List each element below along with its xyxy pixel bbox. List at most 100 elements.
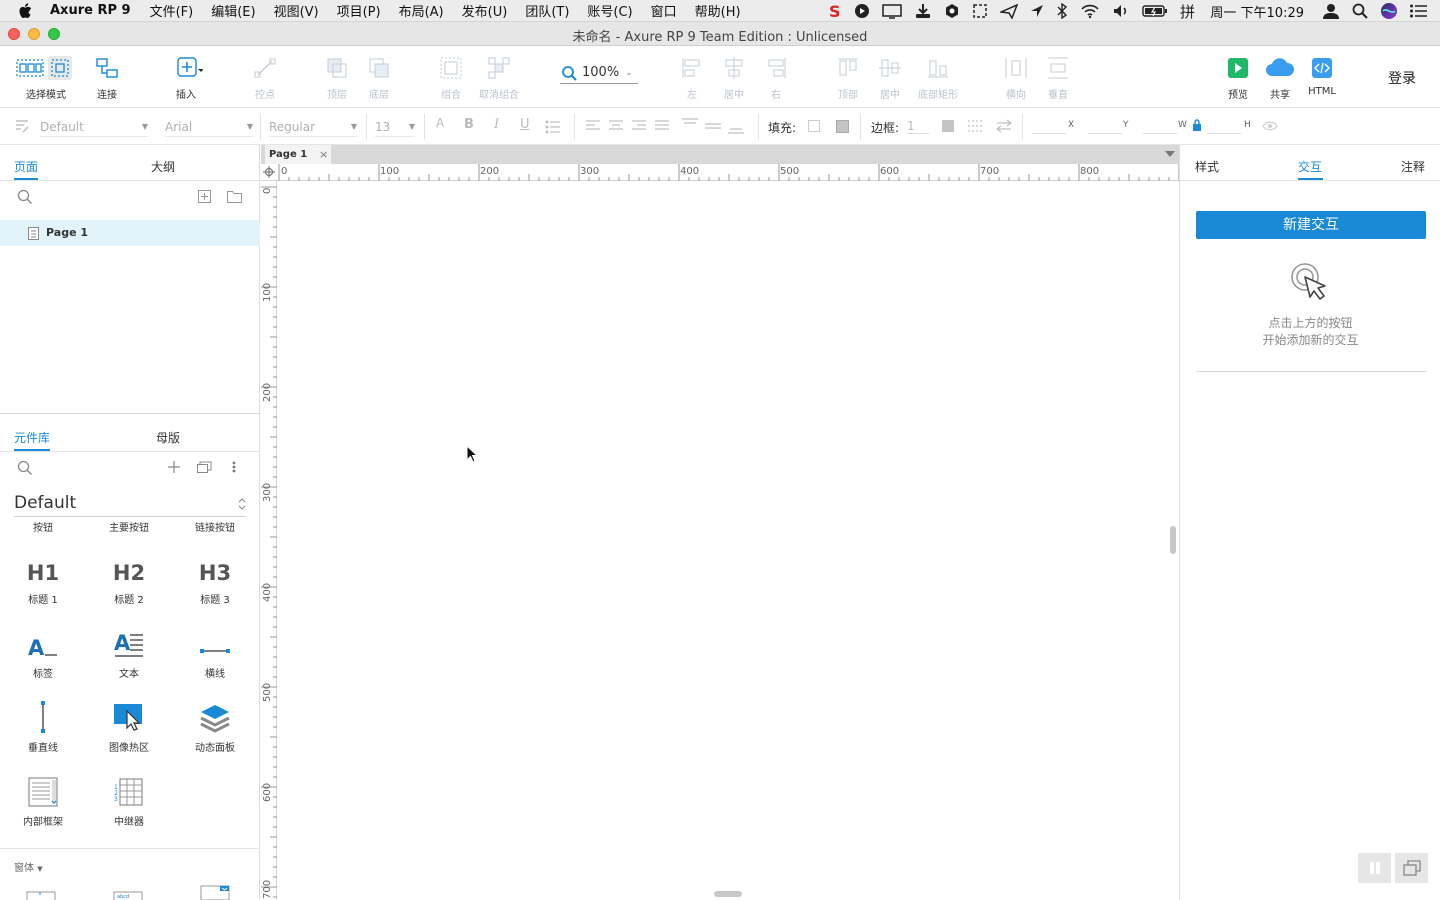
text-justify-icon[interactable] bbox=[655, 120, 669, 132]
y-input[interactable] bbox=[1088, 118, 1122, 134]
x-input[interactable] bbox=[1032, 118, 1066, 134]
tab-masters[interactable]: 母版 bbox=[156, 429, 180, 446]
library-item-inline-frame[interactable]: 内部框架 bbox=[0, 767, 86, 828]
border-color-swatch[interactable] bbox=[942, 120, 954, 132]
tab-interactions[interactable]: 交互 bbox=[1298, 158, 1322, 175]
siri-icon[interactable] bbox=[1380, 2, 1398, 20]
library-item-dynamic-panel[interactable]: 动态面板 bbox=[172, 693, 258, 754]
volume-icon[interactable] bbox=[1112, 3, 1130, 19]
fill-color-swatch[interactable] bbox=[808, 120, 820, 132]
text-align-center-icon[interactable] bbox=[609, 120, 623, 132]
border-width-input[interactable]: 1 bbox=[907, 119, 929, 134]
menu-view[interactable]: 视图(V) bbox=[265, 1, 328, 20]
border-visibility-icon[interactable] bbox=[968, 119, 984, 133]
lock-icon[interactable] bbox=[1192, 119, 1202, 131]
menu-window[interactable]: 窗口 bbox=[642, 1, 686, 20]
library-item-button[interactable]: 按钮 bbox=[0, 519, 86, 534]
library-copy-icon[interactable] bbox=[197, 461, 212, 473]
apple-menu-icon[interactable] bbox=[0, 2, 44, 19]
page-row-page-1[interactable]: Page 1 bbox=[0, 220, 260, 246]
new-interaction-button[interactable]: 新建交互 bbox=[1196, 211, 1426, 239]
pause-button[interactable] bbox=[1358, 853, 1391, 883]
location-icon[interactable] bbox=[1030, 3, 1044, 19]
form-widget-dropdown-icon[interactable] bbox=[200, 885, 230, 900]
connect-button[interactable]: 连接 bbox=[77, 54, 137, 101]
login-button[interactable]: 登录 bbox=[1388, 68, 1416, 88]
font-select[interactable]: Arial ▼ bbox=[165, 117, 253, 137]
wifi-icon[interactable] bbox=[1080, 3, 1100, 19]
app-menu[interactable]: Axure RP 9 bbox=[44, 3, 141, 18]
tab-outline[interactable]: 大纲 bbox=[151, 158, 175, 175]
s-app-status-icon[interactable]: S bbox=[828, 3, 842, 19]
html-button[interactable]: HTML bbox=[1292, 54, 1352, 97]
bold-icon[interactable]: B bbox=[464, 117, 474, 132]
library-item-primary-button[interactable]: 主要按钮 bbox=[86, 519, 172, 534]
send-to-bottom-button[interactable]: 底层 bbox=[349, 54, 409, 101]
ruler-origin-icon[interactable] bbox=[263, 166, 275, 178]
menu-layout[interactable]: 布局(A) bbox=[390, 1, 453, 20]
underline-icon[interactable]: U bbox=[520, 117, 530, 132]
width-input[interactable] bbox=[1143, 118, 1177, 134]
library-item-heading-2[interactable]: H2 标题 2 bbox=[86, 545, 172, 606]
horizontal-scrollbar-thumb[interactable] bbox=[714, 891, 742, 897]
library-item-link-button[interactable]: 链接按钮 bbox=[172, 519, 258, 534]
arrow-style-icon[interactable] bbox=[996, 118, 1012, 134]
library-item-hotspot[interactable]: 图像热区 bbox=[86, 693, 172, 754]
distribute-vertical-button[interactable]: 垂直 bbox=[1028, 54, 1088, 101]
pages-search-icon[interactable] bbox=[17, 189, 33, 205]
library-item-label-widget[interactable]: A 标签 bbox=[0, 619, 86, 680]
library-search-icon[interactable] bbox=[17, 460, 33, 476]
send-icon[interactable] bbox=[1000, 3, 1019, 19]
dock-panel-button[interactable] bbox=[1395, 853, 1428, 883]
menu-edit[interactable]: 编辑(E) bbox=[202, 1, 264, 20]
clock-text[interactable]: 周一 下午10:29 bbox=[1210, 2, 1304, 21]
font-color-icon[interactable]: A bbox=[436, 116, 444, 130]
align-right-button[interactable]: 右 bbox=[746, 54, 806, 101]
style-select[interactable]: Default ▼ bbox=[40, 117, 148, 137]
close-tab-icon[interactable]: × bbox=[319, 148, 328, 161]
menu-team[interactable]: 团队(T) bbox=[516, 1, 578, 20]
page-tab[interactable]: Page 1 × bbox=[265, 145, 331, 164]
insert-button[interactable]: 插入 bbox=[156, 54, 216, 101]
tab-notes[interactable]: 注释 bbox=[1401, 158, 1425, 175]
tab-library[interactable]: 元件库 bbox=[14, 429, 50, 446]
bluetooth-icon[interactable] bbox=[1056, 3, 1068, 19]
height-input[interactable] bbox=[1207, 118, 1241, 134]
text-align-right-icon[interactable] bbox=[632, 120, 646, 132]
vertical-scrollbar-thumb[interactable] bbox=[1170, 526, 1176, 554]
menu-account[interactable]: 账号(C) bbox=[578, 1, 641, 20]
notification-center-icon[interactable] bbox=[1410, 4, 1428, 18]
select-mode-button[interactable]: 选择模式 bbox=[16, 54, 76, 101]
text-align-left-icon[interactable] bbox=[586, 120, 600, 132]
circle-app-status-icon[interactable] bbox=[854, 3, 870, 19]
points-button[interactable]: 控点 bbox=[235, 54, 295, 101]
library-more-icon[interactable] bbox=[232, 461, 236, 473]
italic-icon[interactable]: I bbox=[494, 117, 499, 132]
add-library-icon[interactable] bbox=[168, 461, 180, 473]
valign-middle-icon[interactable] bbox=[705, 118, 721, 134]
screenshot-icon[interactable] bbox=[972, 3, 988, 19]
valign-bottom-icon[interactable] bbox=[728, 118, 744, 134]
add-page-icon[interactable] bbox=[198, 190, 211, 203]
menu-publish[interactable]: 发布(U) bbox=[453, 1, 517, 20]
visibility-eye-icon[interactable] bbox=[1262, 120, 1278, 132]
library-item-heading-1[interactable]: H1 标题 1 bbox=[0, 545, 86, 606]
panel-divider[interactable] bbox=[0, 413, 260, 414]
tab-style[interactable]: 样式 bbox=[1195, 158, 1219, 175]
download-tray-icon[interactable] bbox=[914, 3, 932, 19]
menu-help[interactable]: 帮助(H) bbox=[686, 1, 750, 20]
library-item-repeater[interactable]: 123 中继器 bbox=[86, 767, 172, 828]
library-select[interactable]: Default bbox=[14, 493, 246, 517]
add-folder-icon[interactable] bbox=[227, 190, 242, 203]
input-method-icon[interactable]: 拼 bbox=[1180, 3, 1198, 19]
menu-file[interactable]: 文件(F) bbox=[141, 1, 203, 20]
form-widget-textarea-icon[interactable]: abcd bbox=[113, 889, 143, 900]
hexagon-app-icon[interactable] bbox=[944, 3, 960, 19]
font-weight-select[interactable]: Regular ▼ bbox=[269, 117, 357, 137]
library-item-text[interactable]: A 文本 bbox=[86, 619, 172, 680]
align-bottom-button[interactable]: 底部矩形 bbox=[908, 54, 968, 101]
battery-icon[interactable] bbox=[1142, 3, 1168, 19]
menu-project[interactable]: 项目(P) bbox=[328, 1, 390, 20]
library-item-horizontal-line[interactable]: 横线 bbox=[172, 619, 258, 680]
tab-overflow-chevron-icon[interactable] bbox=[1165, 151, 1175, 159]
